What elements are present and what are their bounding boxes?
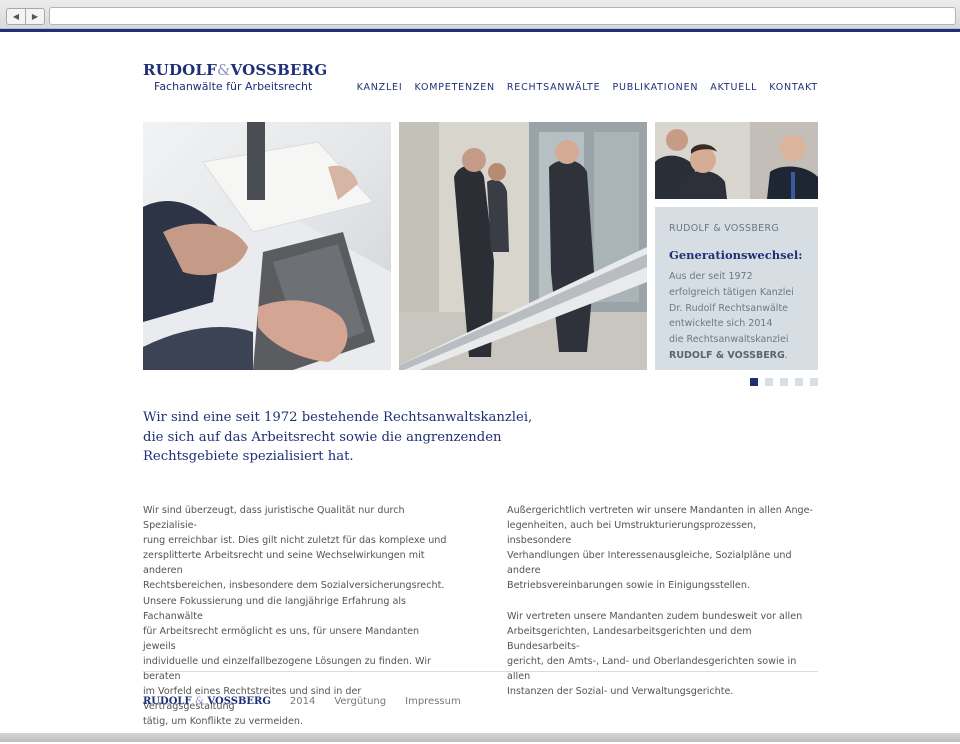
slider-caption-card: RUDOLF & VOSSBERG Generationswechsel: Au… bbox=[655, 207, 818, 370]
body-line: Verhandlungen über Interessenausgleiche,… bbox=[507, 550, 792, 577]
hero-photo-team-art bbox=[655, 122, 818, 199]
slider-body: Aus der seit 1972 erfolgreich tätigen Ka… bbox=[669, 269, 814, 364]
slider-dot[interactable] bbox=[795, 378, 803, 386]
logo-part1: RUDOLF bbox=[143, 61, 218, 79]
back-arrow-icon[interactable]: ◀ bbox=[6, 8, 26, 25]
footer-logo[interactable]: RUDOLF & VOSSBERG bbox=[143, 696, 271, 707]
nav-kompetenzen[interactable]: KOMPETENZEN bbox=[414, 82, 494, 93]
slider-body-bold: RUDOLF & VOSSBERG bbox=[669, 349, 785, 361]
body-line: Instanzen der Sozial- und Verwaltungsger… bbox=[507, 686, 734, 698]
slider-dot[interactable] bbox=[810, 378, 818, 386]
slider-body-line-final: RUDOLF & VOSSBERG. bbox=[669, 348, 814, 364]
slider-pagination bbox=[750, 378, 818, 386]
nav-kontakt[interactable]: KONTAKT bbox=[769, 82, 818, 93]
slider-body-end: . bbox=[784, 349, 788, 361]
body-paragraph: Außergerichtlich vertreten wir unsere Ma… bbox=[507, 503, 817, 594]
slider-headline: Generationswechsel: bbox=[669, 248, 803, 262]
body-line: legenheiten, auch bei Umstrukturierungsp… bbox=[507, 520, 757, 547]
hero-photo-team bbox=[655, 122, 818, 199]
nav-kanzlei[interactable]: KANZLEI bbox=[357, 82, 403, 93]
body-line: Wir vertreten unsere Mandanten zudem bun… bbox=[507, 610, 803, 622]
hero-photo-desk bbox=[143, 122, 391, 370]
nav-aktuell[interactable]: AKTUELL bbox=[710, 82, 757, 93]
browser-toolbar: ◀ ▶ bbox=[0, 0, 960, 29]
site-logo[interactable]: RUDOLF&VOSSBERG Fachanwälte für Arbeitsr… bbox=[143, 61, 327, 93]
slider-dot[interactable] bbox=[765, 378, 773, 386]
browser-bottom-edge bbox=[0, 733, 960, 742]
hero-photo-conversation-art bbox=[399, 122, 647, 370]
body-column-left: Wir sind überzeugt, dass juristische Qua… bbox=[143, 503, 453, 744]
slider-body-line: Dr. Rudolf Rechtsanwälte bbox=[669, 302, 789, 314]
slider-body-line: erfolgreich tätigen Kanzlei bbox=[669, 286, 794, 298]
footer-logo-ampersand: & bbox=[195, 696, 204, 707]
body-line: Außergerichtlich vertreten wir unsere Ma… bbox=[507, 505, 814, 516]
forward-arrow-icon[interactable]: ▶ bbox=[25, 8, 45, 25]
nav-publikationen[interactable]: PUBLIKATIONEN bbox=[612, 82, 698, 93]
body-line: Betriebsvereinbarungen sowie in Einigung… bbox=[507, 580, 750, 592]
body-column-right: Außergerichtlich vertreten wir unsere Ma… bbox=[507, 503, 817, 714]
body-paragraph: Wir vertreten unsere Mandanten zudem bun… bbox=[507, 609, 817, 700]
body-line: gericht, den Amts-, Land- und Oberlandes… bbox=[507, 655, 797, 682]
slider-body-line: entwickelte sich 2014 bbox=[669, 318, 773, 330]
footer-link-verguetung[interactable]: Vergütung bbox=[334, 696, 386, 707]
footer-logo-part2: VOSSBERG bbox=[207, 696, 271, 707]
body-line: individuelle und einzelfallbezogene Lösu… bbox=[143, 655, 431, 683]
body-line: Rechtsbereichen, insbesondere dem Sozial… bbox=[143, 580, 445, 592]
body-line: für Arbeitsrecht ermöglicht es uns, für … bbox=[143, 625, 420, 652]
logo-part2: VOSSBERG bbox=[230, 61, 328, 79]
slider-body-line: Aus der seit 1972 bbox=[669, 271, 753, 282]
nav-rechtsanwaelte[interactable]: RECHTSANWÄLTE bbox=[507, 82, 601, 93]
intro-line: Wir sind eine seit 1972 bestehende Recht… bbox=[143, 410, 533, 425]
logo-tagline: Fachanwälte für Arbeitsrecht bbox=[154, 80, 313, 93]
body-line: zersplitterte Arbeitsrecht und seine Wec… bbox=[143, 550, 425, 577]
body-line: Wir sind überzeugt, dass juristische Qua… bbox=[143, 505, 405, 532]
logo-wordmark: RUDOLF&VOSSBERG bbox=[143, 61, 327, 79]
slider-dot[interactable] bbox=[750, 378, 758, 386]
slider-kicker: RUDOLF & VOSSBERG bbox=[669, 223, 780, 234]
body-line: tätig, um Konflikte zu vermeiden. bbox=[143, 716, 304, 728]
footer-link-impressum[interactable]: Impressum bbox=[405, 696, 461, 707]
intro-heading: Wir sind eine seit 1972 bestehende Recht… bbox=[143, 408, 543, 467]
hero-photo-conversation bbox=[399, 122, 647, 370]
footer: RUDOLF & VOSSBERG 2014 Vergütung Impress… bbox=[143, 696, 461, 707]
top-accent-bar bbox=[0, 29, 960, 32]
hero-photo-desk-art bbox=[143, 122, 391, 370]
body-line: Arbeitsgerichten, Landesarbeitsgerichten… bbox=[507, 625, 752, 652]
footer-logo-part1: RUDOLF bbox=[143, 696, 192, 707]
body-line: rung erreichbar ist. Dies gilt nicht zul… bbox=[143, 535, 447, 547]
address-bar[interactable] bbox=[49, 7, 956, 25]
footer-year: 2014 bbox=[289, 696, 316, 707]
footer-divider bbox=[143, 671, 818, 672]
slider-body-line: die Rechtsanwaltskanzlei bbox=[669, 334, 789, 346]
main-navigation: KANZLEI KOMPETENZEN RECHTSANWÄLTE PUBLIK… bbox=[357, 82, 818, 93]
logo-ampersand: & bbox=[217, 61, 231, 79]
slider-dot[interactable] bbox=[780, 378, 788, 386]
intro-line: Rechtsgebiete spezialisiert hat. bbox=[143, 449, 354, 464]
body-line: Unsere Fokussierung und die langjährige … bbox=[143, 595, 407, 622]
intro-line: die sich auf das Arbeitsrecht sowie die … bbox=[143, 429, 502, 445]
